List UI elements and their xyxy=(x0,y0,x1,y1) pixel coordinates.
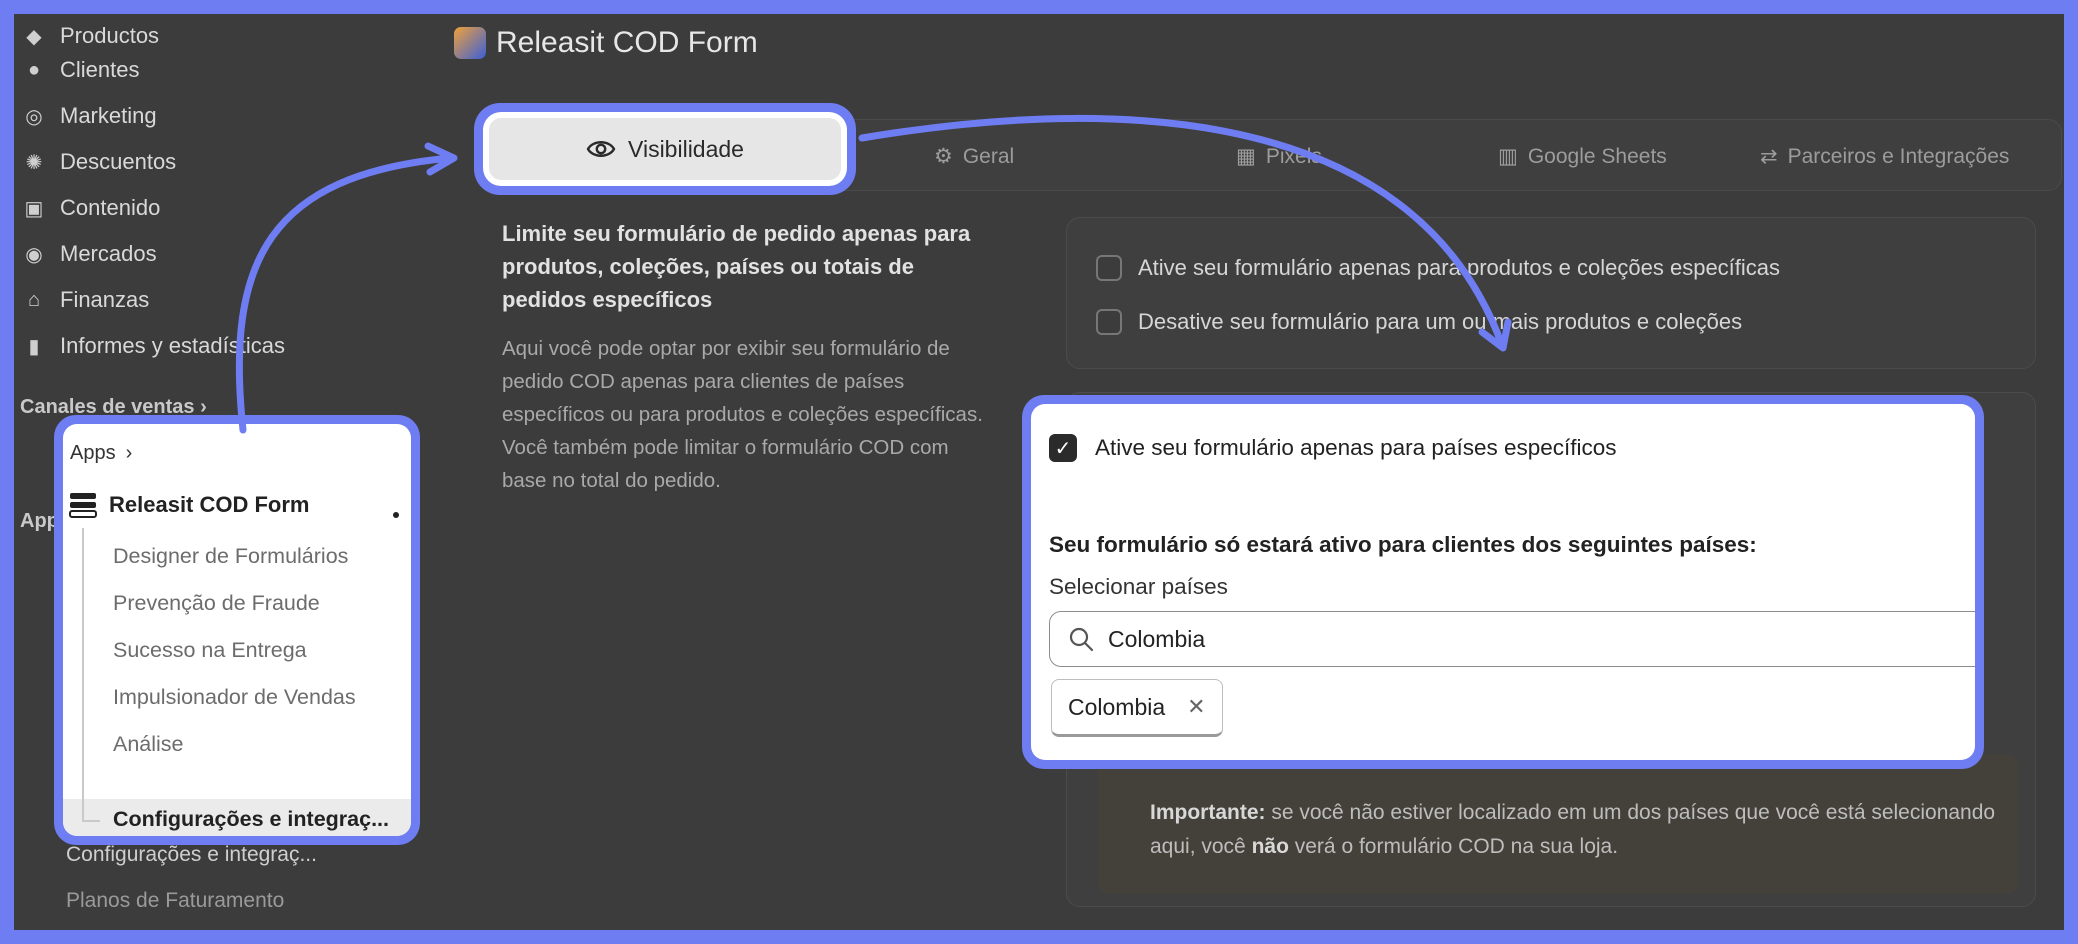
annotation-arrows xyxy=(235,115,1512,434)
